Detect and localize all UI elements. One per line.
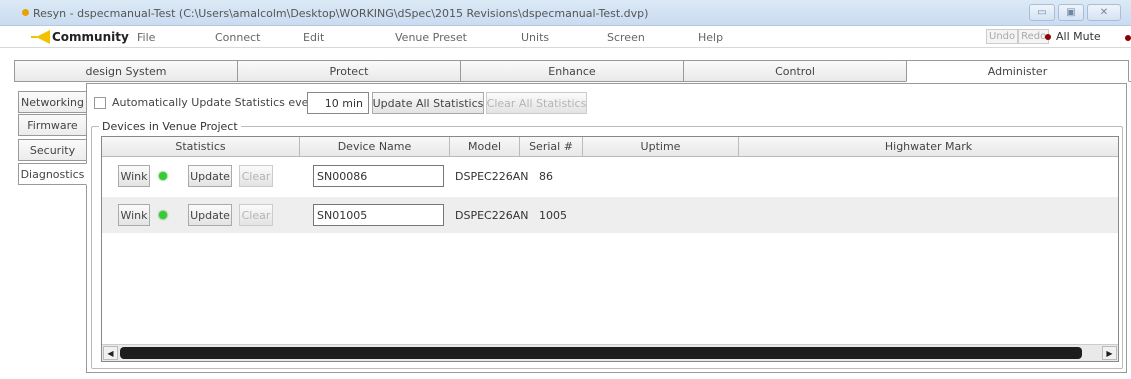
- menu-venue-preset[interactable]: Venue Preset: [395, 31, 467, 44]
- menu-connect[interactable]: Connect: [215, 31, 260, 44]
- scroll-right-icon[interactable]: ▶: [1102, 346, 1117, 360]
- window-title: Resyn - dspecmanual-Test (C:\Users\amalc…: [33, 7, 649, 20]
- clear-button[interactable]: Clear: [239, 204, 273, 226]
- all-mute-label: All Mute: [1056, 30, 1101, 43]
- devices-grid: Statistics Device Name Model Serial # Up…: [101, 136, 1119, 362]
- interval-input[interactable]: 10 min: [307, 92, 369, 114]
- serial-cell: 86: [539, 170, 553, 183]
- auto-update-checkbox[interactable]: [94, 97, 106, 109]
- tab-protect[interactable]: Protect: [237, 60, 460, 82]
- brand-name: Community: [52, 30, 129, 44]
- tab-enhance[interactable]: Enhance: [460, 60, 683, 82]
- serial-cell: 1005: [539, 209, 567, 222]
- auto-update-label: Automatically Update Statistics every: [112, 96, 320, 109]
- clear-all-statistics-button[interactable]: Clear All Statistics: [486, 92, 587, 114]
- update-all-statistics-button[interactable]: Update All Statistics: [372, 92, 484, 114]
- window-controls: ▭ ▣ ✕: [1029, 4, 1121, 21]
- model-cell: DSPEC226AN: [455, 209, 529, 222]
- device-name-field[interactable]: SN01005: [313, 204, 444, 226]
- column-header-uptime[interactable]: Uptime: [583, 137, 739, 157]
- menu-units[interactable]: Units: [521, 31, 549, 44]
- devices-group-legend: Devices in Venue Project: [99, 120, 241, 133]
- column-header-serial[interactable]: Serial #: [520, 137, 583, 157]
- side-tab-networking[interactable]: Networking: [18, 91, 87, 113]
- side-tab-security[interactable]: Security: [18, 139, 87, 161]
- table-row: Wink Update Clear SN00086 DSPEC226AN 86: [102, 159, 1118, 195]
- column-header-highwater-mark[interactable]: Highwater Mark: [739, 137, 1118, 157]
- mute-indicator-icon: [1125, 35, 1131, 41]
- model-cell: DSPEC226AN: [455, 170, 529, 183]
- menu-screen[interactable]: Screen: [607, 31, 645, 44]
- tab-administer[interactable]: Administer: [906, 60, 1129, 82]
- status-online-icon: [159, 211, 167, 219]
- menu-bar: Community File Connect Edit Venue Preset…: [0, 26, 1131, 48]
- clear-button[interactable]: Clear: [239, 165, 273, 187]
- menu-help[interactable]: Help: [698, 31, 723, 44]
- side-tab-firmware[interactable]: Firmware: [18, 114, 87, 136]
- status-online-icon: [159, 172, 167, 180]
- undo-redo-group: Undo Redo: [986, 29, 1050, 44]
- tab-control[interactable]: Control: [683, 60, 906, 82]
- undo-button[interactable]: Undo: [986, 29, 1019, 44]
- title-bar: Resyn - dspecmanual-Test (C:\Users\amalc…: [0, 0, 1131, 26]
- table-row: Wink Update Clear SN01005 DSPEC226AN 100…: [102, 197, 1118, 233]
- horizontal-scrollbar[interactable]: ◀ ▶: [102, 344, 1118, 361]
- maximize-button[interactable]: ▣: [1058, 4, 1084, 21]
- menu-edit[interactable]: Edit: [303, 31, 324, 44]
- tab-design-system[interactable]: design System: [14, 60, 237, 82]
- community-logo-icon: [31, 30, 50, 44]
- column-header-device-name[interactable]: Device Name: [300, 137, 450, 157]
- app-icon: [22, 9, 29, 16]
- close-button[interactable]: ✕: [1087, 4, 1121, 21]
- side-tab-diagnostics[interactable]: Diagnostics: [18, 163, 87, 185]
- update-button[interactable]: Update: [188, 204, 232, 226]
- menu-file[interactable]: File: [137, 31, 155, 44]
- wink-button[interactable]: Wink: [118, 165, 150, 187]
- main-tabs: design System Protect Enhance Control Ad…: [14, 60, 1131, 82]
- scroll-left-icon[interactable]: ◀: [103, 346, 118, 360]
- scrollbar-thumb[interactable]: [120, 347, 1082, 359]
- update-button[interactable]: Update: [188, 165, 232, 187]
- column-header-model[interactable]: Model: [450, 137, 520, 157]
- column-header-statistics[interactable]: Statistics: [102, 137, 300, 157]
- mute-indicator-icon: [1045, 34, 1051, 40]
- device-name-field[interactable]: SN00086: [313, 165, 444, 187]
- minimize-button[interactable]: ▭: [1029, 4, 1055, 21]
- all-mute-button[interactable]: All Mute: [1045, 30, 1101, 43]
- wink-button[interactable]: Wink: [118, 204, 150, 226]
